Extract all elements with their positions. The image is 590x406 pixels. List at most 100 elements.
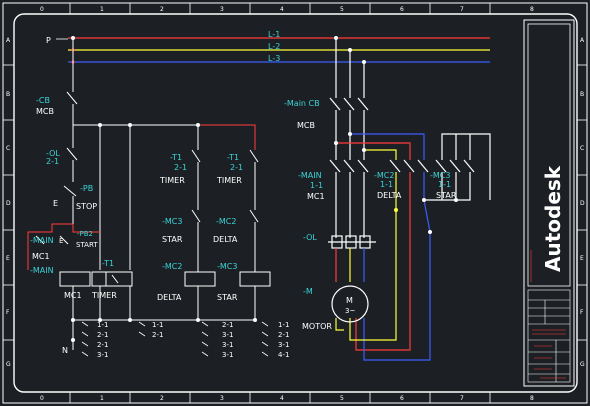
motor-label: MOTOR [302, 322, 332, 331]
mc3a-tag: -MC3 [162, 217, 182, 226]
mc2a-tag: -MC2 [216, 217, 236, 226]
overload-relay [328, 235, 376, 249]
power-mcb-label: MCB [297, 121, 315, 130]
xref-c1-0: 1-1 [97, 321, 108, 329]
border-letter-right-b: B [580, 91, 584, 98]
motor-m: M [346, 296, 353, 305]
border-num-top-8: 8 [530, 6, 534, 13]
border-num-bottom-8: 8 [530, 395, 534, 402]
border-letter-right-e: E [580, 255, 584, 262]
xref-c1-1: 2-1 [97, 331, 108, 339]
coil-mc1 [59, 271, 91, 287]
border-num-top-7: 7 [460, 6, 464, 13]
start-letter: E [59, 237, 63, 245]
border-num-bottom-4: 4 [280, 395, 284, 402]
border-letter-left-f: F [6, 309, 10, 316]
xref-c4-2: 3-1 [278, 341, 289, 349]
border-letter-left-c: C [6, 145, 10, 152]
power-star-label: STAR [436, 191, 457, 200]
border-letter-left-a: A [6, 37, 11, 44]
xref-c4-3: 4-1 [278, 351, 289, 359]
border-num-bottom-2: 2 [160, 395, 164, 402]
pb-tag: -PB [80, 184, 93, 193]
xref-c4-1: 2-1 [278, 331, 289, 339]
start-label: START [76, 241, 98, 249]
bus-lines: P L-1 L-2 L-3 [46, 30, 490, 64]
coil-timer [91, 271, 133, 287]
border-num-top-6: 6 [400, 6, 404, 13]
xref-c1-2: 2-1 [97, 341, 108, 349]
border-num-top-0: 0 [40, 6, 44, 13]
power-main-tag: -MAIN [298, 171, 322, 180]
mc3b-tag: -MC3 [217, 262, 237, 271]
main-tag-a: -MAIN [30, 236, 54, 245]
border-letter-left-e: E [6, 255, 10, 262]
main-sub-a: MC1 [32, 252, 50, 261]
border-letter-right-a: A [580, 37, 585, 44]
power-mc2-tag: -MC2 [374, 171, 394, 180]
border-num-bottom-6: 6 [400, 395, 404, 402]
power-m-tag: -M [303, 287, 313, 296]
bus-p-label: P [46, 36, 51, 45]
power-mc3-sub: 1-1 [438, 180, 451, 189]
schematic-svg: 0 1 2 3 4 5 6 7 8 0 1 2 3 4 5 6 7 8 A B … [2, 2, 588, 404]
cb-tag: -CB [36, 96, 50, 105]
pb2-tag: -PB2 [77, 230, 93, 238]
border-letter-right-c: C [580, 145, 584, 152]
title-block-grid [527, 289, 571, 383]
xref-c3-1: 3-1 [222, 331, 233, 339]
border-num-top-5: 5 [340, 6, 344, 13]
power-mc2-sub: 1-1 [380, 180, 393, 189]
border-letter-left-b: B [6, 91, 10, 98]
star-a-label: STAR [162, 235, 183, 244]
border-letter-right-d: D [580, 200, 585, 207]
mc2b-tag: -MC2 [162, 262, 182, 271]
xref-c3-2: 3-1 [222, 341, 233, 349]
timer-a-label: TIMER [159, 176, 185, 185]
cad-drawing-canvas[interactable]: 0 1 2 3 4 5 6 7 8 0 1 2 3 4 5 6 7 8 A B … [0, 0, 590, 406]
timer-coil-label: TIMER [91, 291, 117, 300]
border-num-bottom-0: 0 [40, 395, 44, 402]
delta-a-label: DELTA [213, 235, 238, 244]
power-mc1-label: MC1 [307, 192, 325, 201]
xref-c1-3: 3-1 [97, 351, 108, 359]
motor-phase: 3~ [345, 307, 355, 315]
power-delta-label: DELTA [377, 191, 402, 200]
border-num-bottom-3: 3 [220, 395, 224, 402]
mc1-coil-label: MC1 [64, 291, 82, 300]
xref-c3-3: 3-1 [222, 351, 233, 359]
xref-c4-0: 1-1 [278, 321, 289, 329]
bus-l3-label: L-3 [268, 54, 280, 63]
neutral-label: N [62, 346, 68, 355]
coil-star [239, 271, 271, 287]
stop-label: STOP [76, 202, 97, 211]
power-main-sub: 1-1 [310, 181, 323, 190]
border-num-top-1: 1 [100, 6, 104, 13]
title-block: Autodesk [523, 19, 575, 387]
t1a-sub: 2-1 [174, 163, 187, 172]
border-num-top-2: 2 [160, 6, 164, 13]
border-letter-left-d: D [6, 200, 11, 207]
t1a-tag: -T1 [170, 153, 182, 162]
timer-b-label: TIMER [216, 176, 242, 185]
t1-tag: -T1 [102, 259, 114, 268]
border-num-top-4: 4 [280, 6, 284, 13]
coil-delta [184, 271, 216, 287]
stop-letter: E [53, 199, 58, 208]
border-num-bottom-5: 5 [340, 395, 344, 402]
power-ol-tag: -OL [303, 233, 317, 242]
t1b-tag: -T1 [227, 153, 239, 162]
xref-c2-1: 2-1 [152, 331, 163, 339]
ol-sub: 2-1 [46, 157, 59, 166]
main-tag-b: -MAIN [30, 266, 54, 275]
power-mc3-tag: -MC3 [430, 171, 450, 180]
main-cb-tag: -Main CB [284, 99, 320, 108]
border-letter-left-g: G [6, 361, 11, 368]
xref-c3-0: 2-1 [222, 321, 233, 329]
t1b-sub: 2-1 [230, 163, 243, 172]
xref-c2-0: 1-1 [152, 321, 163, 329]
border-num-bottom-7: 7 [460, 395, 464, 402]
mcb-label: MCB [36, 107, 54, 116]
bus-l1-label: L-1 [268, 30, 280, 39]
border-letter-right-g: G [580, 361, 585, 368]
